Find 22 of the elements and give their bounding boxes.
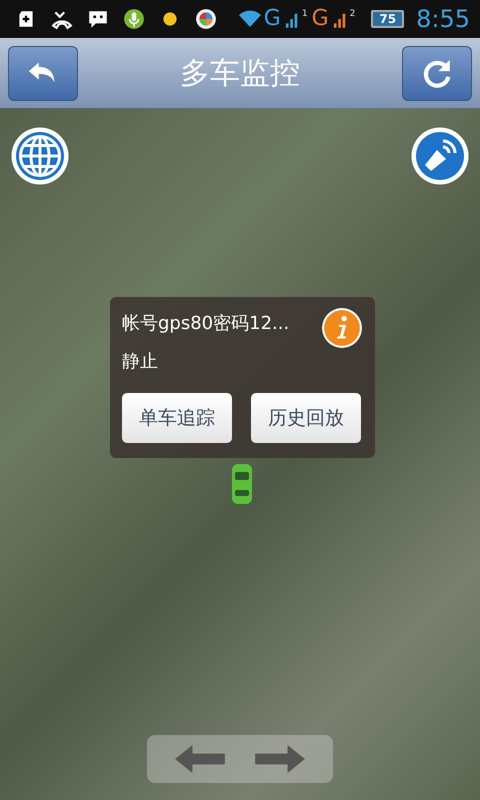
info-icon[interactable]	[321, 307, 363, 349]
globe-icon[interactable]	[10, 126, 70, 186]
microphone-icon	[122, 8, 146, 30]
battery-level: 75	[371, 10, 404, 28]
account-text: 帐号gps80密码12...	[122, 312, 290, 335]
clock: 8:55	[416, 5, 470, 33]
vehicle-status: 静止	[122, 350, 159, 373]
sim-number: 2	[350, 9, 356, 19]
network-type: G	[264, 8, 281, 30]
satellite-map[interactable]: 帐号gps80密码12... 静止 单车追踪 历史回放	[0, 108, 480, 800]
sim-number: 1	[302, 9, 308, 19]
screen-title: 多车监控	[180, 55, 300, 93]
refresh-button[interactable]	[402, 46, 472, 101]
satellite-dish-icon[interactable]	[410, 126, 470, 186]
left-arrow-icon[interactable]	[173, 742, 227, 776]
history-playback-button[interactable]: 历史回放	[251, 393, 361, 443]
car-marker-icon[interactable]	[230, 461, 254, 507]
back-button[interactable]	[8, 46, 78, 101]
app-icon	[194, 8, 218, 30]
single-vehicle-track-button[interactable]: 单车追踪	[122, 393, 232, 443]
right-arrow-icon[interactable]	[253, 742, 307, 776]
network-type: G	[312, 8, 329, 30]
